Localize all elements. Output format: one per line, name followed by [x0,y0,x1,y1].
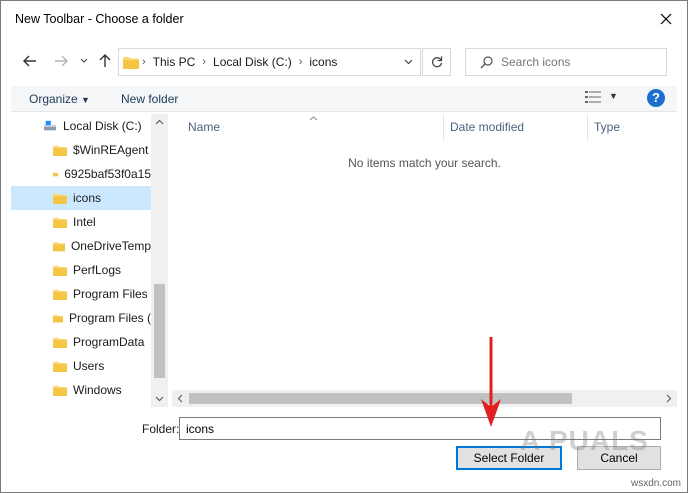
command-bar: Organize ▼ New folder ▼ ? [11,86,677,112]
view-options-button[interactable] [585,90,601,107]
help-icon: ? [652,90,660,105]
folder-icon [53,217,67,228]
folder-icon [53,385,67,396]
folder-icon [53,145,67,156]
drive-icon [44,120,56,131]
folder-icon [53,172,59,177]
folder-icon [53,242,65,252]
view-dropdown-icon[interactable]: ▼ [609,91,618,101]
tree-item[interactable]: $WinREAgent [11,138,151,162]
folder-label: Folder: [142,422,180,436]
scroll-down-icon [155,396,164,402]
breadcrumb-local-disk[interactable]: Local Disk (C:) [209,55,296,69]
refresh-button[interactable] [422,48,451,76]
tree-item-label: ProgramData [73,335,145,349]
scroll-right-icon [666,394,672,403]
horizontal-scrollbar[interactable] [172,390,677,407]
new-folder-button[interactable]: New folder [121,92,178,106]
refresh-icon [431,56,442,68]
tree-item-label: Local Disk (C:) [63,119,142,133]
arrow-left-icon [23,55,36,67]
chevron-down-icon [404,59,412,65]
tree-item-label: PerfLogs [73,263,122,277]
arrow-right-icon [55,55,68,67]
folder-icon [53,289,67,300]
folder-icon [53,193,67,204]
tree-item-label: Users [73,359,105,373]
search-icon [480,55,493,68]
tree-item[interactable]: icons [11,186,151,210]
details-view-icon [585,91,601,103]
address-bar[interactable]: › This PC › Local Disk (C:) › icons [118,48,421,76]
tree-item[interactable]: Program Files [11,282,151,306]
navigation-scrollbar[interactable] [151,114,168,407]
tree-item[interactable]: PerfLogs [11,258,151,282]
back-button[interactable] [19,47,41,75]
tree-item[interactable]: Program Files ( [11,306,151,330]
column-header-name[interactable]: Name [188,114,220,140]
tree-item[interactable]: Local Disk (C:) [11,114,151,138]
organize-button[interactable]: Organize ▼ [29,92,90,106]
tree-item[interactable]: OneDriveTemp [11,234,151,258]
tree-item-label: Program Files ( [68,311,151,325]
scroll-left-icon [177,394,183,403]
tree-item[interactable]: Intel [11,210,151,234]
arrow-up-icon [99,54,111,67]
choose-folder-dialog: New Toolbar - Choose a folder › This PC … [0,0,688,493]
red-arrow-annotation [481,337,501,427]
tree-item[interactable]: 6925baf53f0a15 [11,162,151,186]
title-bar: New Toolbar - Choose a folder [1,1,687,37]
credit-text: wsxdn.com [630,478,681,489]
close-button[interactable] [655,9,677,29]
tree-item-label: 6925baf53f0a15 [64,167,151,181]
up-button[interactable] [95,47,115,75]
tree-item-label: Program Files [73,287,148,301]
column-divider[interactable] [587,114,588,140]
scrollbar-thumb[interactable] [189,393,572,404]
chevron-right-icon: › [202,56,207,68]
scrollbar-thumb[interactable] [154,284,165,378]
folder-icon [53,314,63,323]
tree-item-label: Intel [73,215,96,229]
chevron-right-icon: › [298,56,303,68]
watermark: A PUALS [520,425,649,456]
tree-item-label: Windows [73,383,122,397]
column-divider[interactable] [443,114,444,140]
address-dropdown-button[interactable] [396,49,420,75]
tree-item[interactable]: Users [11,354,151,378]
folder-icon [53,265,67,276]
folder-icon [53,337,67,348]
help-button[interactable]: ? [647,89,665,107]
column-header-date-modified[interactable]: Date modified [450,114,524,140]
close-icon [660,13,672,25]
recent-locations-button[interactable] [77,47,91,75]
search-box[interactable] [465,48,667,76]
breadcrumb-this-pc[interactable]: This PC [149,55,200,69]
forward-button[interactable] [50,47,72,75]
empty-message: No items match your search. [348,156,501,170]
tree-item-label: $WinREAgent [73,143,149,157]
tree-item-label: icons [73,191,102,205]
tree-item[interactable]: Windows [11,378,151,402]
file-list[interactable]: Name Date modified Type No items match y… [172,114,677,407]
folder-icon [53,361,67,372]
folder-icon [123,57,139,69]
chevron-right-icon: › [142,56,146,68]
tree-item[interactable]: ProgramData [11,330,151,354]
scroll-up-icon [155,119,164,125]
organize-label: Organize [29,92,78,106]
navigation-pane: Local Disk (C:) $WinREAgent 6925baf53f0a15… [11,114,151,407]
column-header-type[interactable]: Type [594,114,620,140]
search-input[interactable] [501,55,661,69]
tree-item-label: OneDriveTemp [70,239,151,253]
breadcrumb-icons[interactable]: icons [305,55,341,69]
window-title: New Toolbar - Choose a folder [15,12,184,26]
dropdown-arrow-icon: ▼ [81,95,90,105]
sort-ascending-icon [309,116,318,121]
chevron-down-icon [80,58,88,63]
